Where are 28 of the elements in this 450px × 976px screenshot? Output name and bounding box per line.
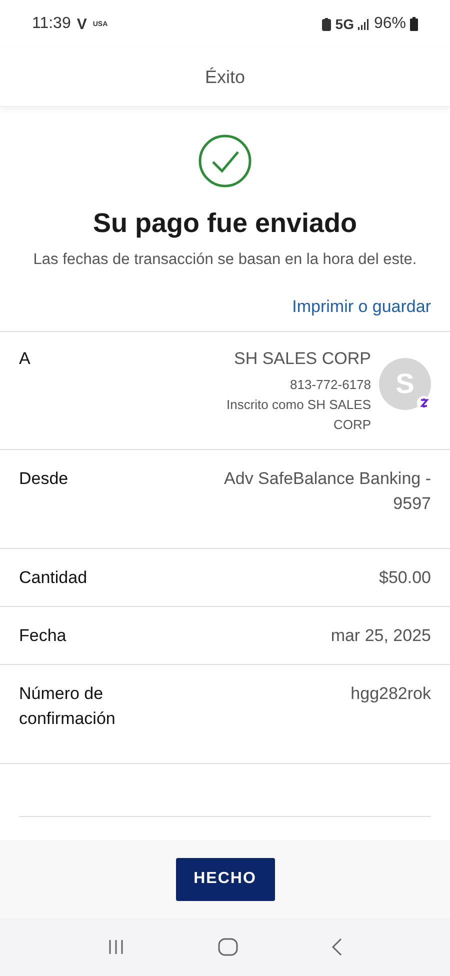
field-value: hgg282rok: [350, 683, 431, 705]
signal-icon: [358, 18, 370, 30]
battery-percent: 96%: [374, 15, 406, 33]
field-label: Fecha: [19, 625, 68, 647]
field-label: Número de confirmación: [19, 683, 116, 730]
back-icon[interactable]: [331, 938, 344, 956]
field-value: mar 25, 2025: [330, 625, 431, 647]
field-label: Desde: [19, 468, 70, 490]
home-icon[interactable]: [218, 938, 238, 956]
print-save-link[interactable]: Imprimir o guardar: [292, 297, 431, 317]
carrier-logo: V: [76, 16, 87, 32]
success-title: Su pago fue enviado: [92, 208, 358, 239]
recent-apps-icon[interactable]: [106, 938, 125, 956]
done-button[interactable]: HECHO: [176, 858, 274, 900]
recipient-name: SH SALES CORP: [234, 349, 371, 369]
recipient-phone: 813-772-6178: [290, 376, 371, 394]
battery-icon: [410, 17, 418, 31]
status-time: 11:39: [32, 15, 71, 33]
field-value: $50.00: [379, 567, 431, 589]
battery-saver-icon: [322, 18, 332, 30]
field-label: Cantidad: [19, 567, 88, 589]
field-label: A: [19, 349, 30, 369]
page-title: Éxito: [204, 66, 246, 88]
success-check-icon: [198, 134, 252, 188]
enrolled-name: Inscrito como SH SALES CORP: [226, 396, 371, 434]
network-type: 5G: [335, 16, 354, 32]
timezone-note: Las fechas de transacción se basan en la hora del este.: [33, 250, 417, 270]
field-value: Adv SafeBalance Banking - 9597: [223, 468, 431, 515]
